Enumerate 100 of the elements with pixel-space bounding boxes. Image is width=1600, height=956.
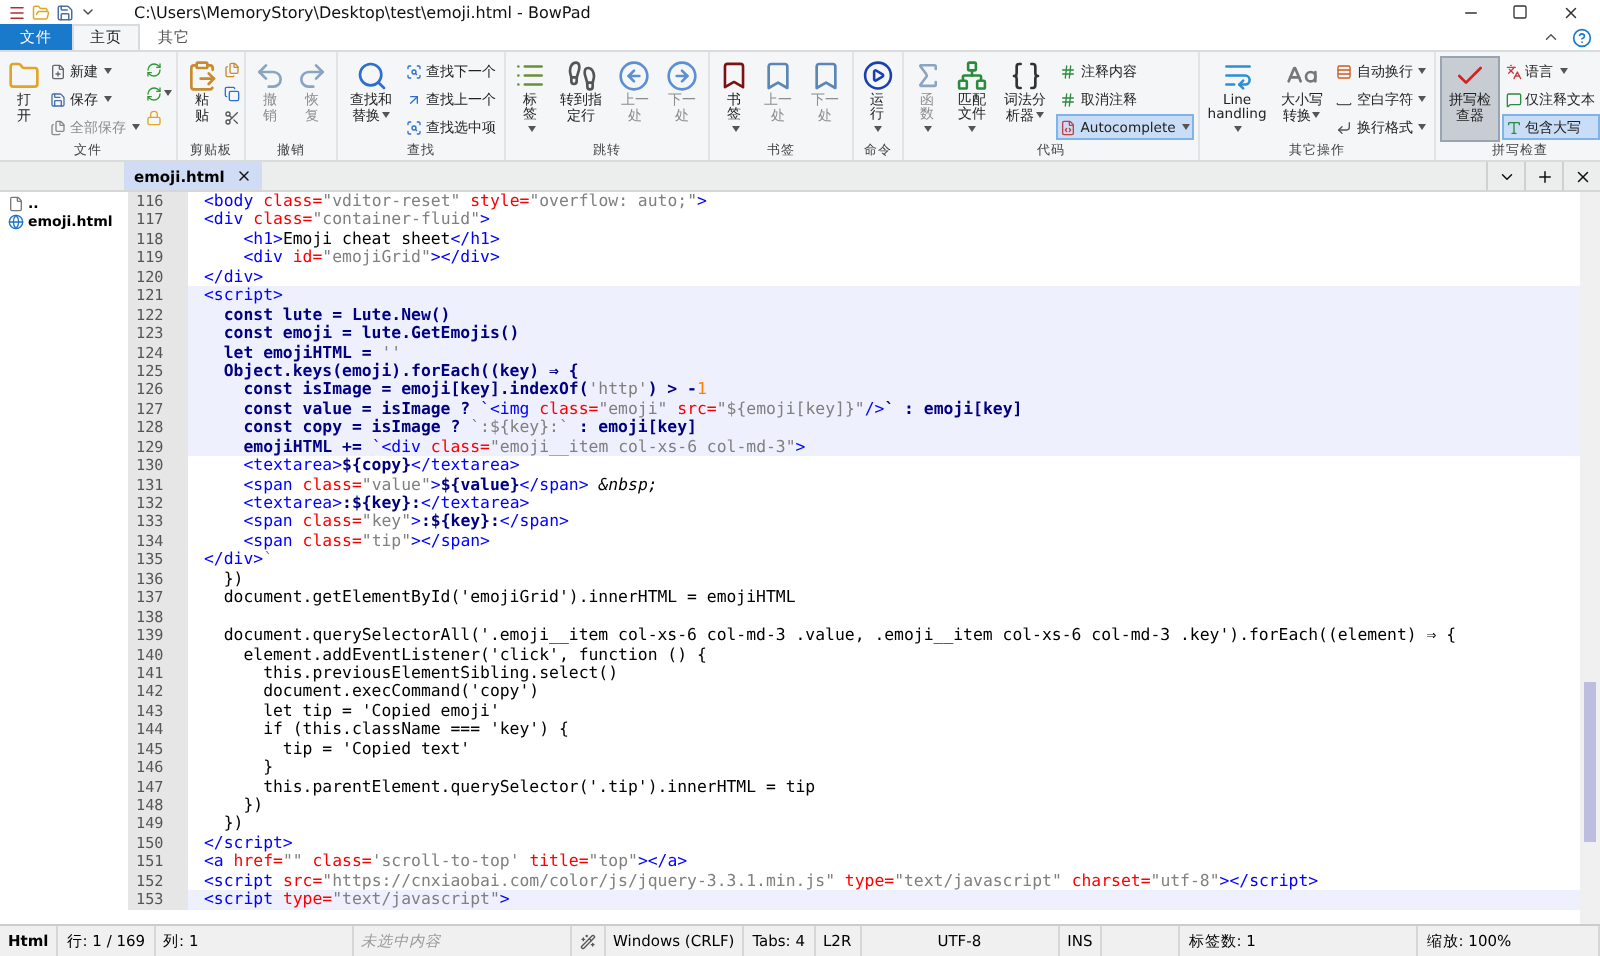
- add-icon[interactable]: [1535, 167, 1553, 185]
- copy-icon: [224, 85, 240, 101]
- refresh-icon: [146, 61, 162, 77]
- footprints-icon: [565, 60, 598, 92]
- window-title: C:\Users\MemoryStory\Desktop\test\emoji.html - BowPad: [134, 3, 593, 21]
- find-selection-icon: [406, 119, 423, 135]
- uncomment-icon: [1060, 91, 1077, 107]
- comment-icon: [1505, 91, 1522, 107]
- caret-icon: [527, 126, 536, 133]
- globe-icon: [8, 214, 24, 230]
- help-icon[interactable]: [1572, 27, 1592, 47]
- code-line: <body class="vditor-reset" style="overflow: auto;">: [204, 192, 707, 211]
- code-line: <span class="value">${value}</span> &nbsp;: [241, 475, 658, 494]
- code-line: this.previousElementSibling.select(): [263, 663, 619, 683]
- code-line: <div id="emojiGrid"></div>: [241, 248, 500, 268]
- close-icon[interactable]: [1573, 167, 1591, 185]
- caret-icon: [1036, 112, 1045, 119]
- caret-icon: [1181, 124, 1190, 130]
- search-icon: [355, 60, 388, 92]
- code-line: element.addEventListener('click', function () {: [243, 645, 707, 664]
- code-line: <script src="https://cnxiaobai.com/color/js/jquery-3.3.1.min.js" type="text/javascript" charset="utf-8"></script>: [204, 871, 1319, 890]
- code-line: }: [261, 758, 274, 778]
- new-file-icon: [50, 63, 66, 79]
- code-line: }): [221, 814, 244, 834]
- code-line: tip = 'Copied text': [280, 739, 471, 759]
- caret-icon: [1418, 68, 1427, 74]
- folder-icon: [8, 60, 40, 92]
- uppercase-icon: [1505, 119, 1522, 135]
- code-line: if (this.className === 'key') {: [261, 720, 569, 740]
- code-line: </div>`: [204, 550, 274, 570]
- maximize-icon[interactable]: [1512, 4, 1528, 20]
- code-line: <span class="key">:${key}:</span>: [241, 512, 569, 532]
- caret-icon: [104, 96, 112, 102]
- save-icon[interactable]: [56, 3, 74, 21]
- code-line: const copy = isImage ? `:${key}:` : emoji[key]: [241, 418, 697, 438]
- caret-icon: [1418, 96, 1427, 102]
- code-line: const emoji = lute.GetEmojis(): [221, 324, 520, 343]
- caret-icon: [132, 124, 140, 130]
- code-line: document.execCommand('copy'): [261, 682, 540, 702]
- code-line: </div>: [204, 267, 264, 287]
- list-icon: [514, 60, 547, 91]
- collapse-icon[interactable]: [1542, 28, 1560, 46]
- code-line: const isImage = emoji[key].indexOf('http') > -1: [243, 380, 707, 400]
- code-line: <script>: [204, 286, 283, 306]
- scissors-icon: [224, 109, 240, 125]
- app-icon[interactable]: [8, 3, 26, 21]
- code-line: document.getElementById('emojiGrid').innerHTML = emojiHTML: [221, 588, 796, 608]
- caret-icon: [1312, 112, 1321, 119]
- caret-icon: [1559, 68, 1568, 74]
- wrap-icon: [1336, 63, 1353, 79]
- code-line: <span class="tip"></span>: [241, 531, 490, 551]
- dropdown-icon[interactable]: [80, 4, 96, 20]
- tool-button[interactable]: [224, 82, 240, 104]
- scrollbar[interactable]: [1580, 192, 1600, 924]
- caret-icon: [104, 68, 112, 74]
- tool-button[interactable]: [146, 82, 172, 104]
- braces-icon: [1009, 60, 1042, 92]
- code-line: emojiHTML += `<div class="emoji__item col-xs-6 col-md-3">: [241, 437, 806, 457]
- code-line: <textarea>${copy}</textarea>: [241, 456, 520, 476]
- close-icon[interactable]: [1561, 3, 1579, 21]
- code-line: <h1>Emoji cheat sheet</h1>: [241, 229, 500, 249]
- code-line: <div class="container-fluid">: [204, 210, 490, 230]
- code-line: }): [221, 569, 244, 589]
- code-line: let emojiHTML = '': [221, 343, 402, 362]
- caret-icon: [1234, 126, 1243, 133]
- match-icon: [955, 60, 988, 91]
- caret-icon: [164, 90, 172, 96]
- files-icon: [50, 119, 66, 135]
- code-line: <script type="text/javascript">: [204, 890, 510, 910]
- caret-icon: [874, 126, 883, 133]
- scrollbar-thumb[interactable]: [1584, 682, 1596, 842]
- clipboard-icon: [186, 60, 218, 92]
- caret-icon: [731, 126, 740, 133]
- autocomplete-icon: [1060, 119, 1077, 135]
- wand-icon[interactable]: [579, 933, 596, 949]
- file-icon: [8, 196, 24, 212]
- caret-icon: [968, 126, 977, 133]
- code-line: let tip = 'Copied emoji': [261, 701, 500, 721]
- bookmark-icon: [762, 60, 795, 92]
- close-icon[interactable]: [236, 168, 253, 184]
- code-line: </script>: [204, 833, 293, 853]
- tool-button[interactable]: [224, 106, 240, 128]
- language-icon: [1505, 63, 1522, 79]
- files-icon: [224, 61, 240, 77]
- bookmark-icon: [809, 60, 842, 92]
- caret-icon: [924, 126, 933, 133]
- code-line: const value = isImage ? `<img class="emoji" src="${emoji[key]}"/>` : emoji[key]: [241, 399, 1023, 418]
- play-icon: [861, 60, 894, 91]
- lock-icon: [146, 109, 162, 125]
- redo-icon: [296, 60, 328, 92]
- code-line: <a href="" class='scroll-to-top' title="top"></a>: [204, 852, 688, 872]
- find-previous-icon: [406, 91, 423, 107]
- comment-icon: [1060, 63, 1077, 79]
- line-handling-icon: [1221, 60, 1254, 91]
- code-line: document.querySelectorAll('.emoji__item col-xs-6 col-md-3 .value, .emoji__item col-xs-6 col-md-3 .key').forEach((element) ⇒ {: [221, 626, 1457, 645]
- line-ending-icon: [1336, 119, 1353, 135]
- find-next-icon: [406, 63, 423, 79]
- save-icon: [50, 91, 66, 107]
- code-line: Object.keys(emoji).forEach((key) ⇒ {: [221, 361, 579, 380]
- caret-icon: [1418, 124, 1427, 130]
